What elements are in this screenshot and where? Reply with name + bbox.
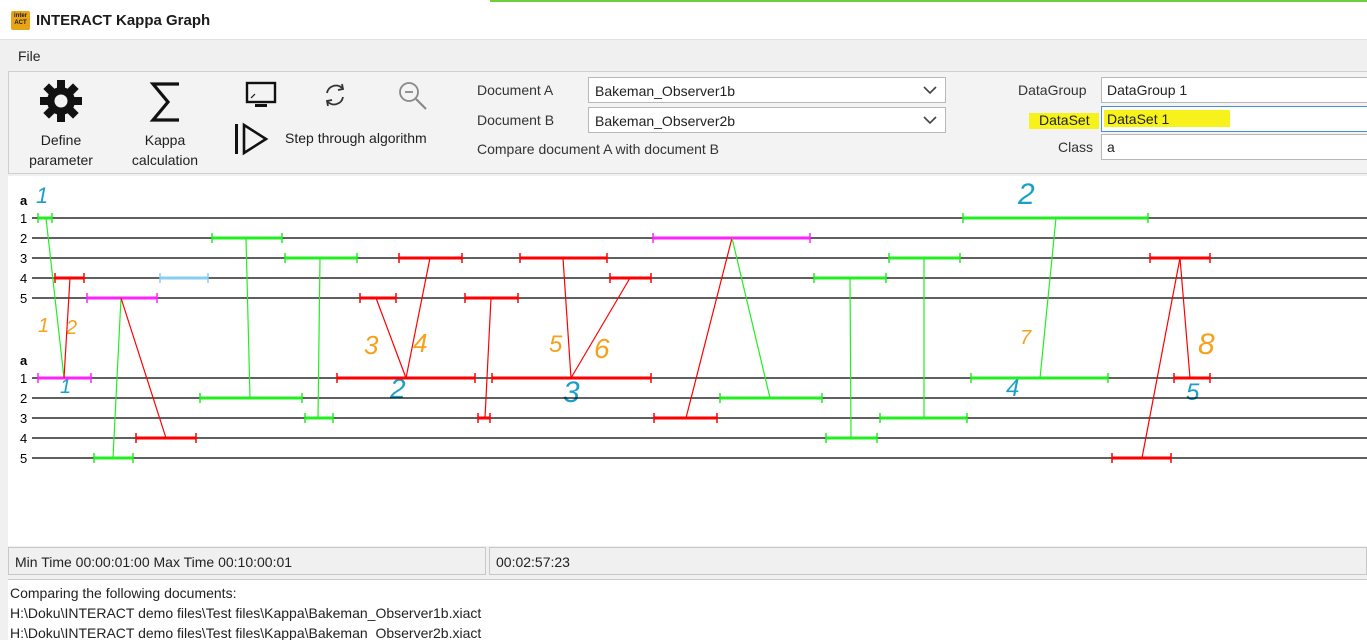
- step-forward-icon[interactable]: [233, 122, 269, 156]
- connector-14: [849, 277, 852, 439]
- document-b-value: Bakeman_Observer2b: [595, 113, 736, 129]
- title-accent-line: [490, 0, 1367, 2]
- step-through-algorithm-button[interactable]: Step through algorithm: [285, 128, 455, 148]
- refresh-icon[interactable]: [321, 81, 349, 109]
- document-a-select[interactable]: Bakeman_Observer1b: [588, 77, 946, 103]
- doc-a-class-label: a: [20, 193, 28, 208]
- doc-a-row-label-3: 3: [20, 251, 27, 266]
- annotation-orange-6: 6: [594, 333, 610, 364]
- connector-9: [484, 297, 492, 419]
- define-parameter-label-2: parameter: [29, 152, 93, 168]
- annotation-blue-1a: 1: [36, 183, 48, 208]
- connector-7: [375, 297, 407, 379]
- doc-a-row-label-2: 2: [20, 231, 27, 246]
- connector-6: [317, 257, 321, 419]
- doc-b-row-label-2: 2: [20, 391, 27, 406]
- datagroup-label: DataGroup: [1018, 82, 1087, 98]
- define-parameter-button[interactable]: Define parameter: [19, 78, 103, 170]
- annotation-blue-3: 3: [563, 376, 580, 409]
- app-logo-icon: inter ACT: [11, 11, 30, 30]
- kappa-graph-canvas: a 1 2 3 4 5 a 1 2 3 4 5 1 1 2 2 3 4 5 1 …: [20, 178, 1367, 466]
- doc-a-row-label-1: 1: [20, 211, 27, 226]
- time-range-status: Min Time 00:00:01:00 Max Time 00:10:00:0…: [8, 547, 486, 575]
- connector-5: [245, 237, 251, 399]
- document-a-label: Document A: [477, 82, 554, 98]
- connector-4: [120, 297, 167, 439]
- log-line-1: Comparing the following documents:: [10, 585, 237, 601]
- doc-b-row-label-5: 5: [20, 451, 27, 466]
- window-title: INTERACT Kappa Graph: [36, 12, 211, 29]
- dataset-label: DataSet: [1039, 112, 1090, 128]
- class-label: Class: [1058, 139, 1094, 155]
- doc-b-row-label-4: 4: [20, 431, 27, 446]
- doc-a-row-label-4: 4: [20, 271, 27, 286]
- annotation-blue-2a: 2: [1017, 178, 1035, 211]
- chevron-down-icon: [923, 116, 937, 125]
- connector-17: [1179, 257, 1191, 379]
- annotation-blue-5: 5: [1186, 379, 1200, 406]
- kappa-graph: a 1 2 3 4 5 a 1 2 3 4 5 1 1 2 2 3 4 5 1 …: [8, 176, 1367, 546]
- app-logo-text-top: inter: [13, 13, 27, 19]
- doc-b-row-label-1: 1: [20, 371, 27, 386]
- log-line-3: H:\Doku\INTERACT demo files\Test files\K…: [10, 625, 482, 640]
- connector-8: [405, 257, 431, 379]
- sigma-icon: [149, 82, 179, 122]
- compare-description: Compare document A with document B: [477, 141, 720, 157]
- graph-lines: [32, 213, 1367, 463]
- toolbar: Define parameter Kappa calculation Step …: [8, 71, 1367, 174]
- doc-b-class-label: a: [20, 353, 28, 368]
- kappa-calculation-label-2: calculation: [131, 152, 199, 168]
- annotation-orange-5: 5: [549, 331, 563, 358]
- kappa-calculation-button[interactable]: Kappa calculation: [123, 78, 207, 170]
- gear-icon: [40, 80, 82, 122]
- chevron-down-icon: [923, 86, 937, 95]
- connector-10: [562, 257, 572, 379]
- monitor-icon[interactable]: [245, 81, 277, 109]
- class-field[interactable]: a: [1101, 134, 1367, 160]
- datagroup-field[interactable]: DataGroup 1: [1101, 77, 1367, 103]
- menu-bar: File: [0, 40, 1367, 70]
- annotation-orange-3: 3: [364, 330, 379, 360]
- annotation-orange-7: 7: [1020, 327, 1032, 349]
- log-output: Comparing the following documents: H:\Do…: [8, 579, 1367, 640]
- menu-file[interactable]: File: [18, 48, 41, 64]
- kappa-calculation-label-1: Kappa: [144, 132, 186, 148]
- log-line-2: H:\Doku\INTERACT demo files\Test files\K…: [10, 605, 482, 621]
- document-a-value: Bakeman_Observer1b: [595, 83, 736, 99]
- app-logo-text-bottom: ACT: [14, 20, 27, 26]
- dataset-value: DataSet 1: [1107, 111, 1170, 127]
- zoom-out-icon[interactable]: [397, 80, 429, 112]
- current-time-status: 00:02:57:23: [489, 547, 1367, 575]
- connector-18: [1141, 257, 1181, 459]
- doc-b-row-label-3: 3: [20, 411, 27, 426]
- annotation-orange-8: 8: [1198, 328, 1215, 361]
- document-b-select[interactable]: Bakeman_Observer2b: [588, 107, 946, 133]
- doc-a-row-label-5: 5: [20, 291, 27, 306]
- connector-12: [685, 237, 733, 419]
- define-parameter-label-1: Define: [40, 132, 82, 148]
- document-b-label: Document B: [477, 112, 555, 128]
- title-bar: inter ACT INTERACT Kappa Graph: [0, 0, 1367, 40]
- dataset-field[interactable]: DataSet 1: [1101, 106, 1367, 132]
- connector-13: [731, 237, 771, 399]
- annotation-orange-1: 1: [38, 315, 49, 337]
